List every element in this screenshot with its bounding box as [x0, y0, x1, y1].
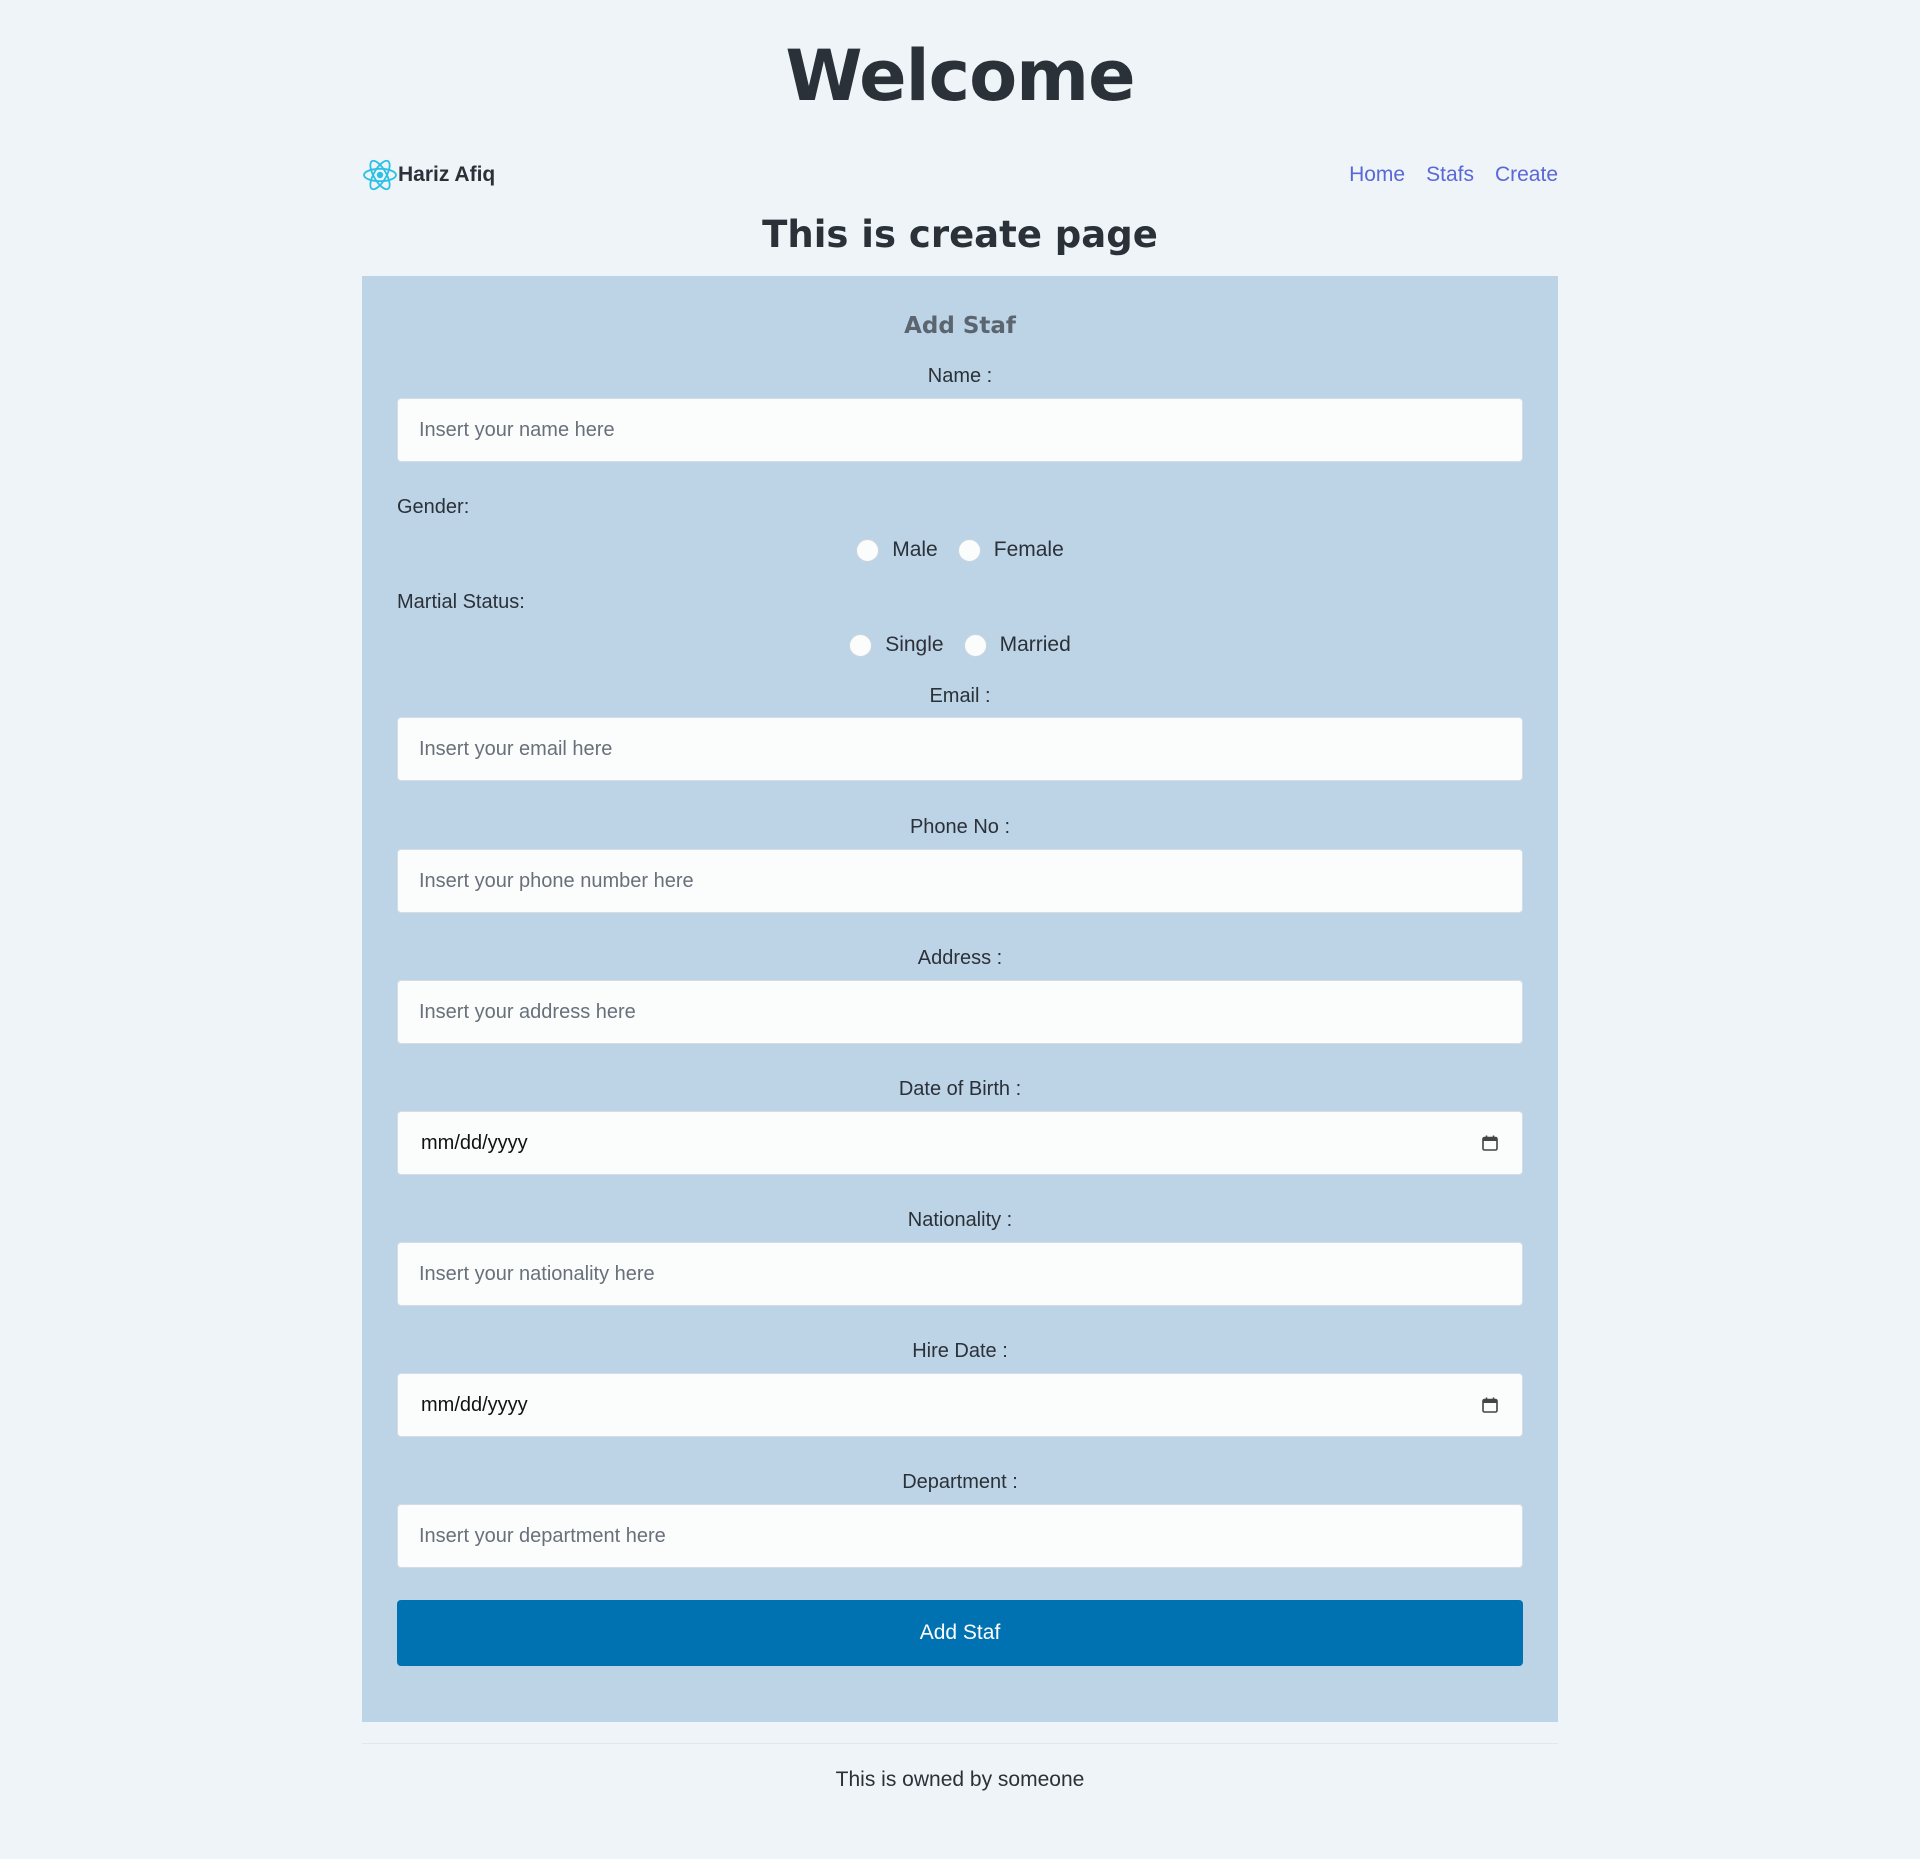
- nationality-label: Nationality :: [907, 1209, 1013, 1231]
- add-staf-button[interactable]: Add Staf: [397, 1600, 1523, 1666]
- gender-male-label: Male: [892, 538, 938, 561]
- calendar-icon[interactable]: [1481, 1134, 1499, 1152]
- calendar-icon[interactable]: [1481, 1396, 1499, 1414]
- gender-male-radio[interactable]: [856, 538, 880, 562]
- page-heading: This is create page: [762, 213, 1158, 256]
- hire-date-value: mm/dd/yyyy: [421, 1393, 528, 1416]
- gender-option-female[interactable]: Female: [957, 538, 1064, 562]
- marital-option-married[interactable]: Married: [963, 633, 1071, 657]
- gender-female-label: Female: [993, 538, 1064, 561]
- navbar: Hariz Afiq Home Stafs Create: [362, 155, 1558, 195]
- address-label: Address :: [917, 947, 1003, 969]
- department-label: Department :: [902, 1471, 1018, 1493]
- nav-link-home[interactable]: Home: [1349, 163, 1405, 187]
- react-logo-icon: [362, 157, 398, 193]
- dob-label: Date of Birth :: [898, 1078, 1022, 1100]
- name-input[interactable]: [397, 398, 1523, 462]
- gender-radio-group: Male Female: [397, 535, 1523, 565]
- marital-radio-group: Single Married: [397, 630, 1523, 660]
- footer-text: This is owned by someone: [835, 1768, 1085, 1791]
- dob-date-value: mm/dd/yyyy: [421, 1131, 528, 1154]
- marital-married-radio[interactable]: [963, 633, 987, 657]
- footer-divider: [362, 1743, 1558, 1744]
- hire-date-label: Hire Date :: [912, 1340, 1008, 1362]
- gender-option-male[interactable]: Male: [856, 538, 938, 562]
- email-label: Email :: [929, 685, 991, 707]
- name-label: Name :: [927, 365, 993, 387]
- dob-date-input[interactable]: mm/dd/yyyy: [397, 1111, 1523, 1175]
- email-input[interactable]: [397, 717, 1523, 781]
- marital-single-label: Single: [885, 633, 944, 656]
- brand[interactable]: Hariz Afiq: [362, 155, 495, 195]
- nav-links: Home Stafs Create: [1328, 155, 1558, 195]
- marital-option-single[interactable]: Single: [849, 633, 944, 657]
- phone-label: Phone No :: [909, 816, 1011, 838]
- marital-single-radio[interactable]: [849, 633, 873, 657]
- address-input[interactable]: [397, 980, 1523, 1044]
- gender-female-radio[interactable]: [957, 538, 981, 562]
- hire-date-input[interactable]: mm/dd/yyyy: [397, 1373, 1523, 1437]
- phone-input[interactable]: [397, 849, 1523, 913]
- department-input[interactable]: [397, 1504, 1523, 1568]
- nav-link-stafs[interactable]: Stafs: [1426, 163, 1474, 187]
- brand-name: Hariz Afiq: [398, 163, 496, 186]
- form-title: Add Staf: [904, 313, 1016, 339]
- gender-label: Gender:: [397, 496, 470, 518]
- add-staf-form: Add Staf Name : Gender: Male Female Mart…: [362, 276, 1558, 1722]
- nationality-input[interactable]: [397, 1242, 1523, 1306]
- marital-status-label: Martial Status:: [397, 591, 525, 613]
- nav-link-create[interactable]: Create: [1495, 163, 1558, 187]
- marital-married-label: Married: [999, 633, 1071, 656]
- welcome-title: Welcome: [785, 35, 1135, 117]
